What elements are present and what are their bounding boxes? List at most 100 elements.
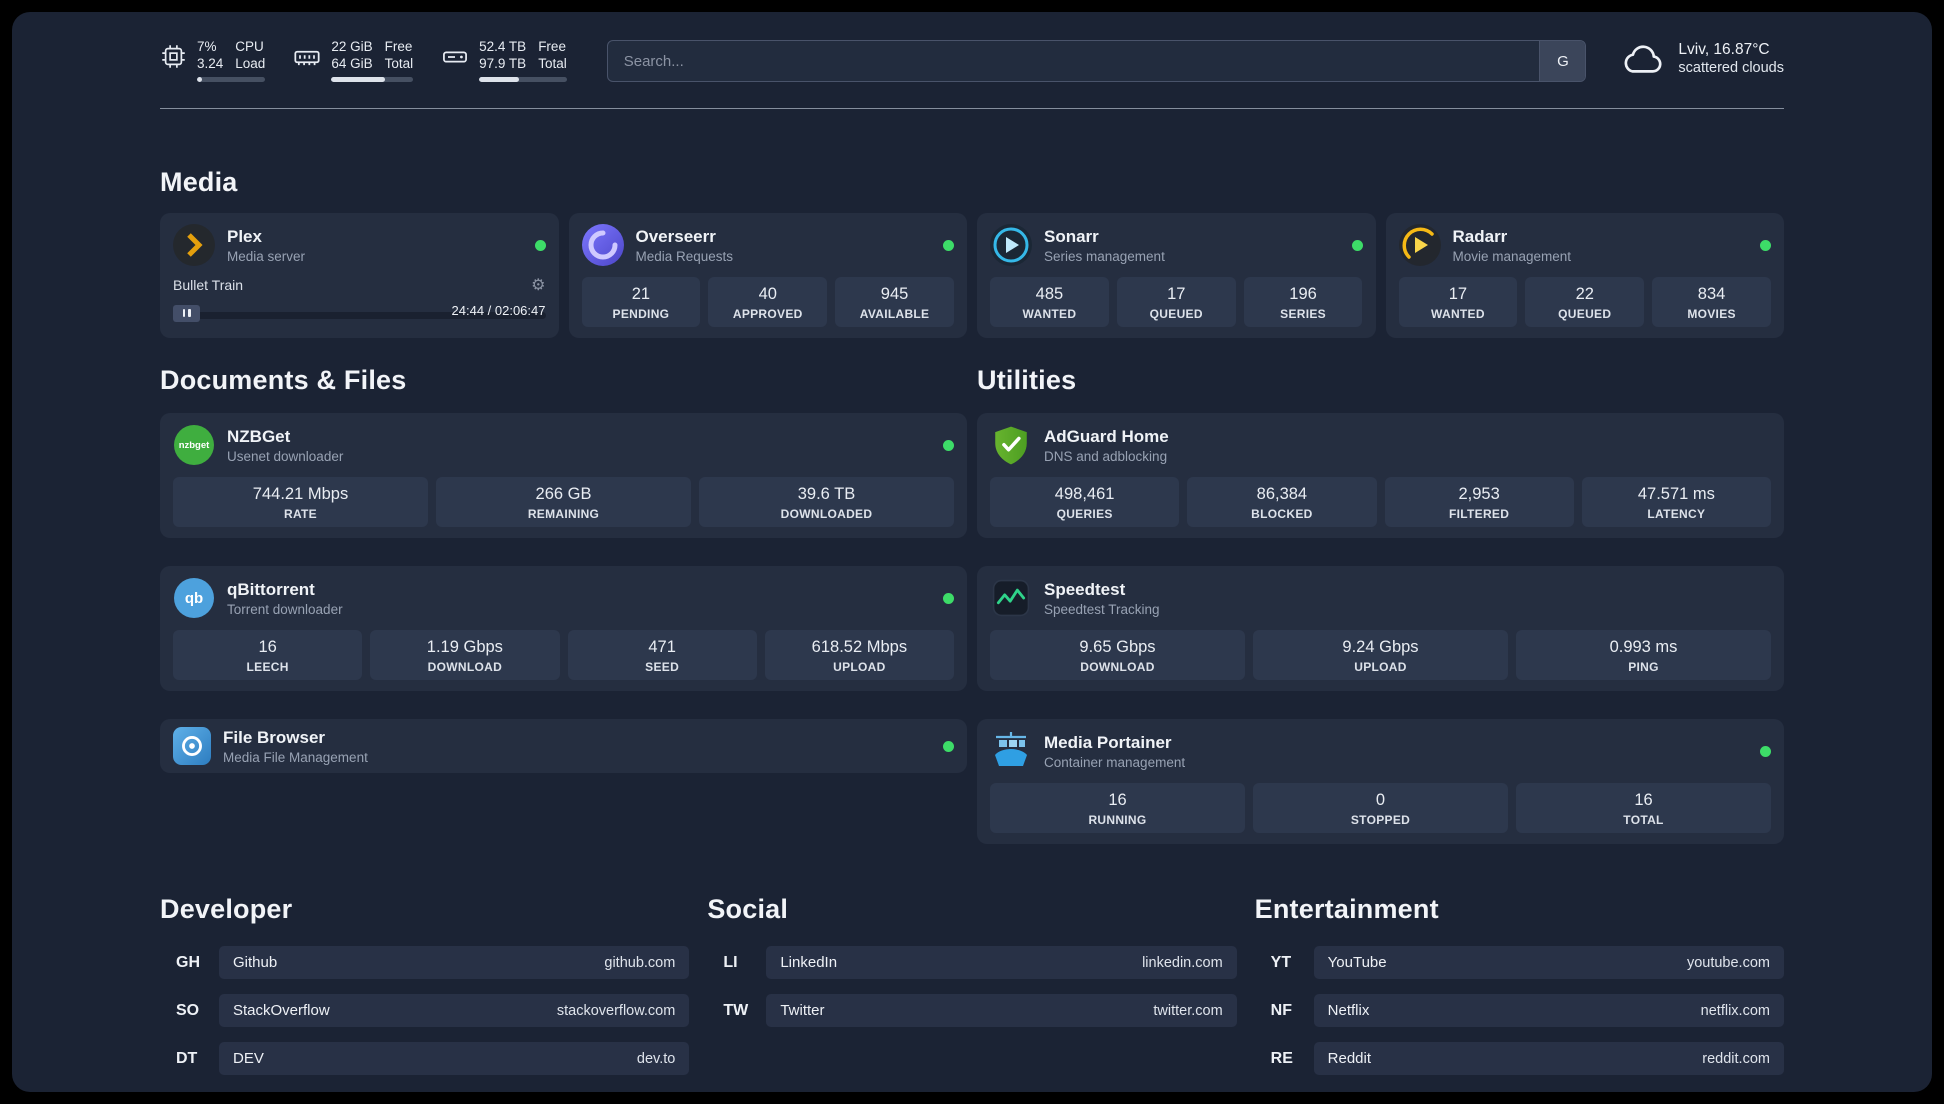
app-subtitle: Speedtest Tracking	[1044, 602, 1160, 617]
app-title: AdGuard Home	[1044, 427, 1169, 446]
bookmark-github[interactable]: GH Github github.com	[160, 946, 690, 979]
speedtest-icon	[990, 577, 1032, 619]
bookmark-name: Twitter	[780, 1002, 825, 1019]
app-subtitle: Movie management	[1452, 249, 1572, 264]
ram-free-value: 22 GiB	[331, 39, 373, 54]
stat-running: 16 RUNNING	[990, 783, 1245, 833]
disk-total-label: Total	[538, 56, 567, 71]
app-card-sonarr[interactable]: Sonarr Series management 485 WANTED 17 QUE…	[977, 213, 1376, 338]
app-card-overseerr[interactable]: Overseerr Media Requests 21 PENDING 40 APP…	[568, 213, 967, 338]
stat-upload: 618.52 Mbps UPLOAD	[764, 630, 954, 680]
app-subtitle: Torrent downloader	[227, 602, 343, 617]
bookmark-url: youtube.com	[1686, 954, 1770, 971]
stat-approved: 40 APPROVED	[708, 277, 828, 327]
section-title-social: Social	[707, 894, 789, 924]
overseerr-icon	[581, 224, 624, 266]
ram-widget: 22 GiB 64 GiB Free Total	[293, 38, 414, 82]
bookmarks: Developer GH Github github.com SO StackO…	[160, 892, 1784, 1090]
weather-location: Lviv, 16.87°C	[1678, 41, 1770, 58]
bookmark-name: YouTube	[1327, 954, 1387, 971]
adguard-icon	[990, 424, 1032, 466]
section-documents: Documents & Files nzbget NZBGet Usenet d…	[160, 363, 967, 773]
stat-movies: 834 MOVIES	[1652, 277, 1771, 327]
app-subtitle: Media File Management	[223, 750, 368, 765]
status-dot	[534, 239, 546, 251]
section-title-utilities: Utilities	[977, 365, 1077, 395]
qbittorrent-icon: qb	[173, 577, 215, 619]
bookmark-name: LinkedIn	[780, 954, 838, 971]
stat-total: 16 TOTAL	[1516, 783, 1771, 833]
bookmark-abbr: NF	[1270, 1001, 1292, 1019]
section-media: Media Plex Media server Bullet Train ⚙ 2…	[160, 165, 1784, 338]
stat-leech: 16 LEECH	[173, 630, 363, 680]
app-card-filebrowser[interactable]: File Browser Media File Management	[160, 719, 967, 773]
stat-download: 1.19 Gbps DOWNLOAD	[370, 630, 560, 680]
stat-queries: 498,461 QUERIES	[990, 477, 1180, 527]
bookmark-url: linkedin.com	[1142, 954, 1223, 971]
app-title: NZBGet	[227, 427, 291, 446]
bookmark-url: github.com	[604, 954, 676, 971]
bookmark-netflix[interactable]: NF Netflix netflix.com	[1255, 994, 1784, 1027]
bookmark-youtube[interactable]: YT YouTube youtube.com	[1255, 946, 1784, 979]
sonarr-icon	[990, 224, 1032, 266]
app-title: qBittorrent	[227, 580, 315, 599]
app-title: Overseerr	[635, 227, 716, 246]
bookmark-group-social: Social LI LinkedIn linkedin.com TW Twitt…	[707, 892, 1237, 1090]
ram-free-label: Free	[384, 39, 413, 54]
app-card-portainer[interactable]: Media Portainer Container management 16 R…	[977, 719, 1784, 844]
section-utilities: Utilities AdGuard Home DNS and adblockin…	[977, 363, 1784, 844]
bookmark-name: DEV	[233, 1050, 264, 1067]
now-playing-title: Bullet Train	[173, 277, 244, 293]
cpu-percent: 7%	[197, 39, 217, 54]
topbar-divider	[160, 108, 1784, 109]
bookmark-url: dev.to	[636, 1050, 676, 1067]
disk-free-value: 52.4 TB	[479, 39, 527, 54]
disk-usage-bar	[479, 77, 567, 82]
stat-filtered: 2,953 FILTERED	[1384, 477, 1574, 527]
weather-widget: Lviv, 16.87°C scattered clouds	[1620, 40, 1784, 78]
search-input[interactable]	[607, 41, 1540, 81]
section-title-developer: Developer	[160, 894, 293, 924]
app-card-nzbget[interactable]: nzbget NZBGet Usenet downloader 744.21 M…	[160, 413, 967, 538]
pause-icon[interactable]	[173, 304, 200, 322]
app-card-radarr[interactable]: Radarr Movie management 17 WANTED 22 QUEUE…	[1385, 213, 1784, 338]
app-card-adguard[interactable]: AdGuard Home DNS and adblocking 498,461 Q…	[977, 413, 1784, 538]
app-subtitle: Series management	[1044, 249, 1165, 264]
stat-wanted: 17 WANTED	[1398, 277, 1518, 327]
bookmark-abbr: YT	[1270, 953, 1292, 971]
status-dot	[943, 439, 954, 451]
disk-widget: 52.4 TB 97.9 TB Free Total	[441, 38, 567, 82]
app-card-speedtest[interactable]: Speedtest Speedtest Tracking 9.65 Gbps DO…	[977, 566, 1784, 691]
bookmark-twitter[interactable]: TW Twitter twitter.com	[707, 994, 1237, 1027]
bookmark-reddit[interactable]: RE Reddit reddit.com	[1255, 1042, 1784, 1075]
bookmark-abbr: TW	[723, 1001, 749, 1019]
bookmark-abbr: GH	[176, 953, 200, 971]
app-subtitle: Media server	[227, 249, 306, 264]
stat-upload: 9.24 Gbps UPLOAD	[1253, 630, 1508, 680]
app-card-qbittorrent[interactable]: qb qBittorrent Torrent downloader 16 LEEC…	[160, 566, 967, 691]
ram-icon	[294, 50, 320, 66]
playback-time: 24:44 / 02:06:47	[451, 302, 546, 318]
section-title-entertainment: Entertainment	[1254, 894, 1439, 924]
bookmark-name: Reddit	[1327, 1050, 1372, 1067]
bookmark-url: netflix.com	[1700, 1002, 1770, 1019]
playback-progress[interactable]: 24:44 / 02:06:47	[173, 302, 546, 324]
section-title-media: Media	[160, 167, 238, 197]
stat-ping: 0.993 ms PING	[1516, 630, 1771, 680]
bookmark-dev[interactable]: DT DEV dev.to	[160, 1042, 690, 1075]
bookmark-url: reddit.com	[1702, 1050, 1770, 1067]
app-title: Media Portainer	[1044, 733, 1172, 752]
section-title-documents: Documents & Files	[160, 365, 407, 395]
status-dot	[943, 239, 954, 251]
gear-icon[interactable]: ⚙	[531, 275, 545, 295]
search-bar: G	[606, 40, 1587, 82]
ram-total-value: 64 GiB	[331, 56, 373, 71]
app-card-plex[interactable]: Plex Media server Bullet Train ⚙ 24:44 /…	[160, 213, 559, 338]
bookmark-stackoverflow[interactable]: SO StackOverflow stackoverflow.com	[160, 994, 690, 1027]
cloud-icon	[1624, 45, 1662, 73]
cpu-usage-bar	[197, 77, 266, 82]
bookmark-group-entertainment: Entertainment YT YouTube youtube.com NF …	[1255, 892, 1784, 1090]
status-dot	[1351, 239, 1363, 251]
search-provider-button[interactable]: G	[1539, 41, 1586, 81]
bookmark-linkedin[interactable]: LI LinkedIn linkedin.com	[707, 946, 1237, 979]
